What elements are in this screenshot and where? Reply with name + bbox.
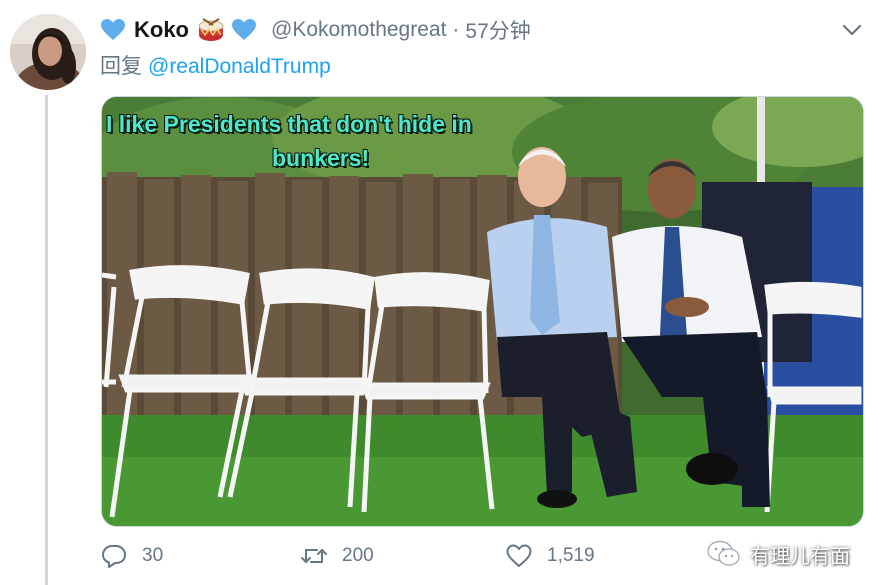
like-button[interactable]: 1,519 (505, 538, 595, 574)
avatar[interactable] (10, 14, 86, 90)
reply-label: 回复 (100, 54, 142, 78)
tweet-header: Koko @Kokomothegreat · 57分钟 (100, 14, 531, 46)
chevron-down-icon[interactable] (838, 18, 866, 42)
drum-icon (198, 18, 224, 41)
photo-scene (102, 97, 863, 526)
reply-count: 30 (142, 545, 164, 566)
image-caption-line1: I like Presidents that don't hide in (106, 111, 472, 137)
image-caption-line2: bunkers! (272, 145, 370, 171)
thread-line (45, 95, 48, 585)
mention-link[interactable]: @realDonaldTrump (148, 55, 331, 78)
blue-heart-icon (101, 19, 125, 40)
display-name[interactable]: Koko (134, 17, 189, 43)
blue-heart-icon (232, 19, 256, 40)
user-handle[interactable]: @Kokomothegreat (271, 18, 446, 42)
tweet-image[interactable]: I like Presidents that don't hide in bun… (101, 96, 864, 527)
retweet-icon (301, 549, 327, 563)
like-count: 1,519 (547, 545, 595, 566)
wechat-logo-icon (707, 540, 740, 566)
watermark: 有理儿有面 (706, 536, 850, 572)
tweet-timestamp[interactable]: 57分钟 (465, 15, 530, 45)
watermark-text: 有理儿有面 (750, 543, 850, 568)
retweet-button[interactable]: 200 (300, 538, 374, 574)
reply-context: 回复 @realDonaldTrump (100, 50, 331, 80)
retweet-count: 200 (342, 545, 374, 566)
reply-button[interactable]: 30 (100, 538, 163, 574)
like-icon (506, 544, 532, 567)
avatar-image (10, 14, 86, 90)
reply-icon (102, 545, 126, 568)
separator-dot: · (452, 18, 460, 41)
